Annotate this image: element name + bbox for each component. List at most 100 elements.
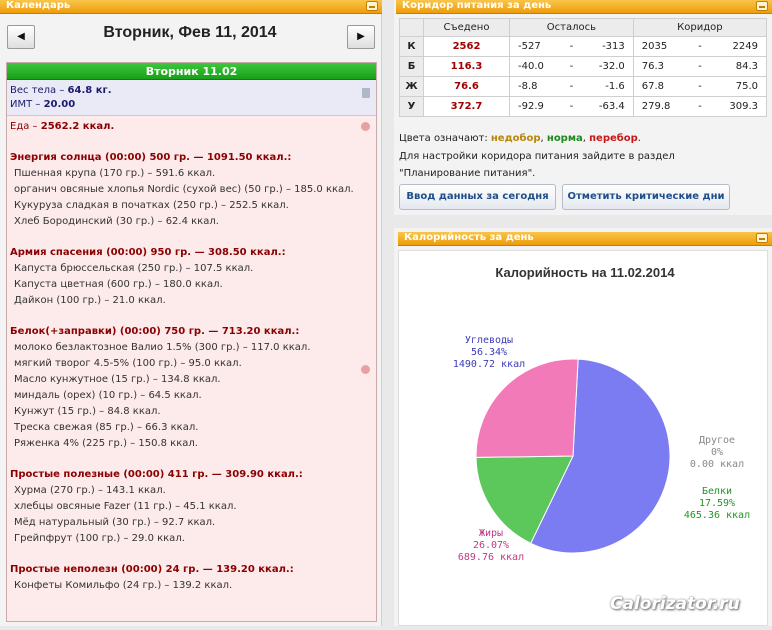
meal-item[interactable]: Кунжут (15 гр.) – 84.8 ккал. [10,404,373,420]
corridor-table: Съедено Осталось Коридор К 2562 -527 - -313 2… [399,18,768,117]
corridor-dash: - [569,41,574,52]
meal-item[interactable]: миндаль (орех) (10 гр.) – 64.5 ккал. [10,388,373,404]
meal-item[interactable]: Ряженка 4% (225 гр.) – 150.8 ккал. [10,436,373,452]
corridor-col-empty [399,18,424,37]
food-section: Еда – 2562.2 ккал. Энергия солнца (00:00… [7,116,376,597]
corridor-range-cell: 279.8 - 309.3 [632,96,768,117]
meal-item[interactable]: Кукуруза сладкая в початках (250 гр.) – … [10,198,373,214]
meal-item[interactable]: Хурма (270 гр.) – 143.1 ккал. [10,483,373,499]
meal-title[interactable]: Белок(+заправки) (00:00) 750 гр. — 713.2… [10,324,373,340]
hand-icon[interactable] [361,122,370,131]
meal-list: Энергия солнца (00:00) 500 гр. — 1091.50… [10,150,373,594]
corridor-range-min: 279.8 [641,101,671,112]
corridor-range-cell: 76.3 - 84.3 [632,56,768,77]
meal-item[interactable]: Дайкон (100 гр.) – 21.0 ккал. [10,293,373,309]
meal-title[interactable]: Энергия солнца (00:00) 500 гр. — 1091.50… [10,150,373,166]
corridor-left-max: -313 [602,41,625,52]
pie-label-percent: 0% [711,447,723,458]
corridor-header-title: Коридор питания за день [402,0,552,11]
corridor-range-max: 75.0 [735,81,758,92]
meal-item[interactable]: органич овсяные хлопья Nordic (сухой вес… [10,182,373,198]
chart-title: Калорийность на 11.02.2014 [495,265,675,280]
corridor-left-cell: -92.9 - -63.4 [509,96,634,117]
corridor-dash: - [569,81,574,92]
meal-item[interactable]: Треска свежая (85 гр.) – 66.3 ккал. [10,420,373,436]
corridor-note-line1: Для настройки коридора питания зайдите в… [399,151,675,162]
pie-label-name: Жиры [479,528,503,539]
pie-label-name: Другое [699,435,735,446]
corridor-row-label: К [399,36,424,57]
pie-label-kcal: 689.76 ккал [458,552,524,563]
meal-item[interactable]: Мёд натуральный (30 гр.) – 92.7 ккал. [10,515,373,531]
pie-label-name: Белки [702,486,732,497]
bmi-row: ИМТ – 20.00 [10,99,76,110]
calories-header[interactable]: Калорийность за день [398,232,772,246]
trash-icon[interactable] [362,88,370,98]
corridor-row: К 2562 -527 - -313 2035 - 2249 [399,36,768,57]
meal-item[interactable]: молоко безлактозное Валио 1.5% (300 гр.)… [10,340,373,356]
corridor-col-corridor: Коридор [632,18,768,37]
day-details: Вторник 11.02 Вес тела – 64.8 кг. ИМТ – … [6,62,377,622]
corridor-range-cell: 2035 - 2249 [632,36,768,57]
corridor-col-left: Осталось [509,18,634,37]
prev-day-button[interactable]: ◀ [7,25,35,49]
pie-label-kcal: 1490.72 ккал [453,359,525,370]
corridor-range-max: 84.3 [735,61,758,72]
day-header[interactable]: Вторник 11.02 [7,63,376,80]
corridor-range-min: 76.3 [641,61,665,72]
meal-title[interactable]: Простые неполезн (00:00) 24 гр. — 139.20… [10,562,373,578]
mark-critical-days-button[interactable]: Отметить критические дни [562,184,730,210]
corridor-row-label: У [399,96,424,117]
pie-slice[interactable] [475,358,579,458]
corridor-dash: - [569,101,574,112]
corridor-range-max: 2249 [732,41,758,52]
calendar-header[interactable]: Календарь [0,0,382,14]
meal-title[interactable]: Простые полезные (00:00) 411 гр. — 309.9… [10,467,373,483]
corridor-range-min: 2035 [641,41,668,52]
corridor-row: Б 116.3 -40.0 - -32.0 76.3 - 84.3 [399,56,768,77]
corridor-range-max: 309.3 [729,101,758,112]
corridor-note-line2: "Планирование питания". [399,168,536,179]
next-day-button[interactable]: ▶ [347,25,375,49]
pie-label-percent: 17.59% [699,498,735,509]
corridor-left-cell: -40.0 - -32.0 [509,56,634,77]
calorie-chart-area: Калорийность на 11.02.2014 Углеводы 56.34… [398,250,768,626]
meal-item[interactable]: Капуста брюссельская (250 гр.) – 107.5 к… [10,261,373,277]
meal-item[interactable]: Хлеб Бородинский (30 гр.) – 62.4 ккал. [10,214,373,230]
calendar-date-title: Вторник, Фев 11, 2014 [103,24,277,41]
food-label: Еда [10,121,30,132]
corridor-eaten-value: 116.3 [423,56,510,77]
calories-header-title: Калорийность за день [404,232,534,243]
meal-item[interactable]: Масло кунжутное (15 гр.) – 134.8 ккал. [10,372,373,388]
pie-label-percent: 26.07% [473,540,509,551]
meal-item[interactable]: Грейпфрут (100 гр.) – 29.0 ккал. [10,531,373,547]
pie-label-name: Углеводы [465,335,513,346]
meal-item[interactable]: мягкий творог 4.5-5% (100 гр.) – 95.0 кк… [10,356,373,372]
food-total-row: Еда – 2562.2 ккал. [10,121,115,132]
watermark-logo: Calorizator.ru [610,594,740,614]
legend-norm: норма [546,133,583,144]
corridor-eaten-value: 2562 [423,36,510,57]
meal-item[interactable]: Пшенная крупа (170 гр.) – 591.6 ккал. [10,166,373,182]
corridor-left-min: -8.8 [518,81,538,92]
bmi-label: ИМТ [10,99,33,110]
meal-item[interactable]: хлебцы овсяные Fazer (11 гр.) – 45.1 кка… [10,499,373,515]
hand-icon[interactable] [361,365,370,374]
weight-box: Вес тела – 64.8 кг. ИМТ – 20.00 [7,80,376,116]
corridor-header[interactable]: Коридор питания за день [396,0,772,14]
meal-item[interactable]: Конфеты Комильфо (24 гр.) – 139.2 ккал. [10,578,373,594]
meal-title[interactable]: Армия спасения (00:00) 950 гр. — 308.50 … [10,245,373,261]
corridor-range-min: 67.8 [641,81,665,92]
corridor-row-label: Б [399,56,424,77]
corridor-collapse-icon[interactable] [756,1,768,11]
enter-today-button[interactable]: Ввод данных за сегодня [399,184,556,210]
corridor-left-cell: -527 - -313 [509,36,634,57]
corridor-table-header: Съедено Осталось Коридор [399,18,768,37]
corridor-left-max: -32.0 [598,61,625,72]
corridor-row: У 372.7 -92.9 - -63.4 279.8 - 309.3 [399,96,768,117]
calories-collapse-icon[interactable] [756,233,768,243]
pie-label-percent: 56.34% [471,347,507,358]
meal-item[interactable]: Капуста цветная (600 гр.) – 180.0 ккал. [10,277,373,293]
calendar-collapse-icon[interactable] [366,1,378,11]
corridor-dash: - [698,41,702,52]
